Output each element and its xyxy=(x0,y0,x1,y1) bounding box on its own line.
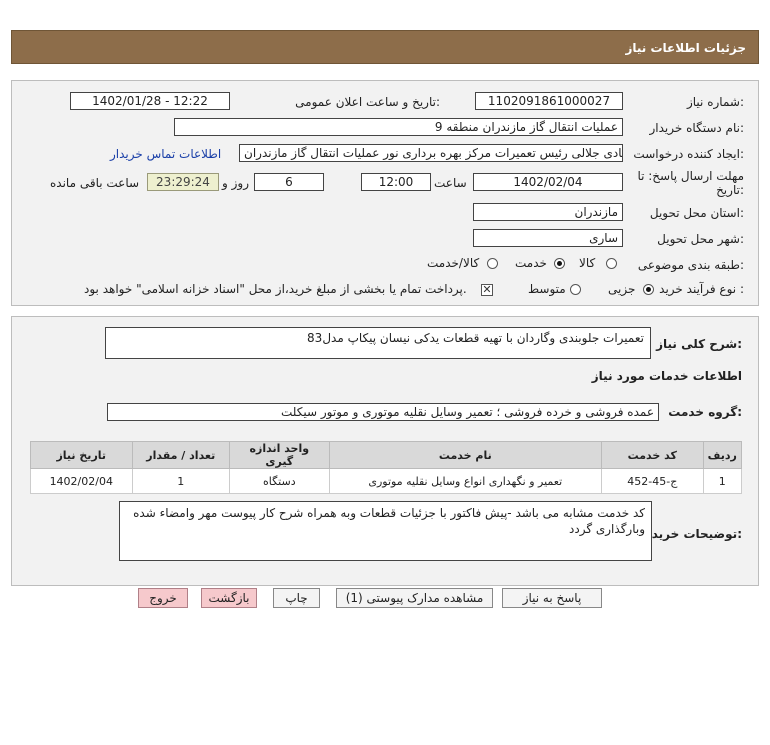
category-label: طبقه بندی موضوعی: xyxy=(637,258,744,272)
cell-service-code: ج-45-452 xyxy=(601,468,704,494)
view-attachments-button[interactable]: مشاهده مدارک پیوستی (1) xyxy=(336,588,493,608)
deadline-label-date: تاریخ: xyxy=(716,183,744,197)
cell-service-name: تعمیر و نگهداری انواع وسایل نقلیه موتوری xyxy=(328,468,603,494)
services-heading: اطلاعات خدمات مورد نیاز xyxy=(591,369,742,383)
treasury-payment-checkbox[interactable]: ✕ xyxy=(481,284,493,296)
process-minor-label: جزیی xyxy=(608,282,636,296)
province-field: مازندران xyxy=(473,203,623,221)
announce-field: 1402/01/28 - 12:22 xyxy=(70,92,230,110)
city-field: ساری xyxy=(473,229,623,247)
services-table: تاریخ نیاز تعداد / مقدار واحد اندازه گیر… xyxy=(30,441,743,494)
need-number-field: 1102091861000027 xyxy=(475,92,623,110)
back-button[interactable]: بازگشت xyxy=(201,588,257,608)
deadline-time-label: ساعت xyxy=(434,176,467,190)
service-group-label: گروه خدمت: xyxy=(668,405,742,419)
category-goods-radio[interactable] xyxy=(606,258,617,269)
days-field: 6 xyxy=(254,173,324,191)
col-service-code: کد خدمت xyxy=(601,441,704,469)
process-label: نوع فرآیند خرید : xyxy=(659,282,744,296)
reply-button[interactable]: پاسخ به نیاز xyxy=(502,588,602,608)
remaining-label: ساعت باقی مانده xyxy=(50,176,140,190)
buyer-field: عملیات انتقال گاز مازندران منطقه 9 xyxy=(174,118,623,136)
exit-button[interactable]: خروج xyxy=(138,588,188,608)
description-panel: شرح کلی نیاز: تعمیرات جلوبندی وگاردان با… xyxy=(11,316,759,586)
need-info-panel: شماره نیاز: 1102091861000027 تاریخ و ساع… xyxy=(11,80,759,306)
col-quantity: تعداد / مقدار xyxy=(131,441,231,469)
buyer-contact-link[interactable]: اطلاعات تماس خریدار xyxy=(110,147,221,161)
category-service-label: خدمت xyxy=(515,256,547,270)
deadline-date-field: 1402/02/04 xyxy=(473,173,623,191)
city-label: شهر محل تحویل: xyxy=(657,232,744,246)
category-goods-label: کالا xyxy=(579,256,596,270)
col-unit: واحد اندازه گیری xyxy=(229,441,330,469)
process-medium-label: متوسط xyxy=(528,282,566,296)
print-button[interactable]: چاپ xyxy=(273,588,320,608)
treasury-payment-text: پرداخت تمام یا بخشی از مبلغ خرید،از محل … xyxy=(84,282,467,296)
service-group-field: عمده فروشی و خرده فروشی ؛ تعمیر وسایل نق… xyxy=(107,403,659,421)
creator-label: ایجاد کننده درخواست: xyxy=(633,147,744,161)
col-need-date: تاریخ نیاز xyxy=(30,441,133,469)
general-description-field: تعمیرات جلوبندی وگاردان با تهیه قطعات ید… xyxy=(105,327,651,359)
buyer-notes-field: کد خدمت مشابه می باشد -پیش فاکتور با جزئ… xyxy=(119,501,652,561)
page-title: جزئیات اطلاعات نیاز xyxy=(625,41,746,55)
col-service-name: نام خدمت xyxy=(328,441,603,469)
category-goods-service-label: کالا/خدمت xyxy=(427,256,480,270)
cell-need-date: 1402/02/04 xyxy=(30,468,133,494)
buyer-label: نام دستگاه خریدار: xyxy=(649,121,745,135)
remaining-timer: 23:29:24 xyxy=(147,173,219,191)
deadline-label: مهلت ارسال پاسخ: تا xyxy=(637,169,744,183)
buyer-notes-label: توضیحات خریدار: xyxy=(640,527,742,541)
need-number-label: شماره نیاز: xyxy=(686,95,744,109)
page-header: جزئیات اطلاعات نیاز xyxy=(11,30,759,64)
col-row: ردیف xyxy=(702,441,743,469)
cell-row: 1 xyxy=(702,468,743,494)
table-row: 1402/02/04 1 دستگاه تعمیر و نگهداری انوا… xyxy=(30,468,743,494)
announce-label: تاریخ و ساعت اعلان عمومی: xyxy=(295,95,440,109)
days-label: روز و xyxy=(222,176,249,190)
process-medium-radio[interactable] xyxy=(570,284,581,295)
general-description-label: شرح کلی نیاز: xyxy=(656,337,742,351)
process-minor-radio[interactable] xyxy=(643,284,654,295)
deadline-time-field: 12:00 xyxy=(361,173,431,191)
cell-quantity: 1 xyxy=(131,468,231,494)
category-goods-service-radio[interactable] xyxy=(487,258,498,269)
category-service-radio[interactable] xyxy=(554,258,565,269)
cell-unit: دستگاه xyxy=(229,468,330,494)
table-header-row: تاریخ نیاز تعداد / مقدار واحد اندازه گیر… xyxy=(30,441,743,469)
province-label: استان محل تحویل: xyxy=(649,206,744,220)
creator-field: سیدهادی جلالی رئیس تعمیرات مرکز بهره برد… xyxy=(239,144,623,162)
